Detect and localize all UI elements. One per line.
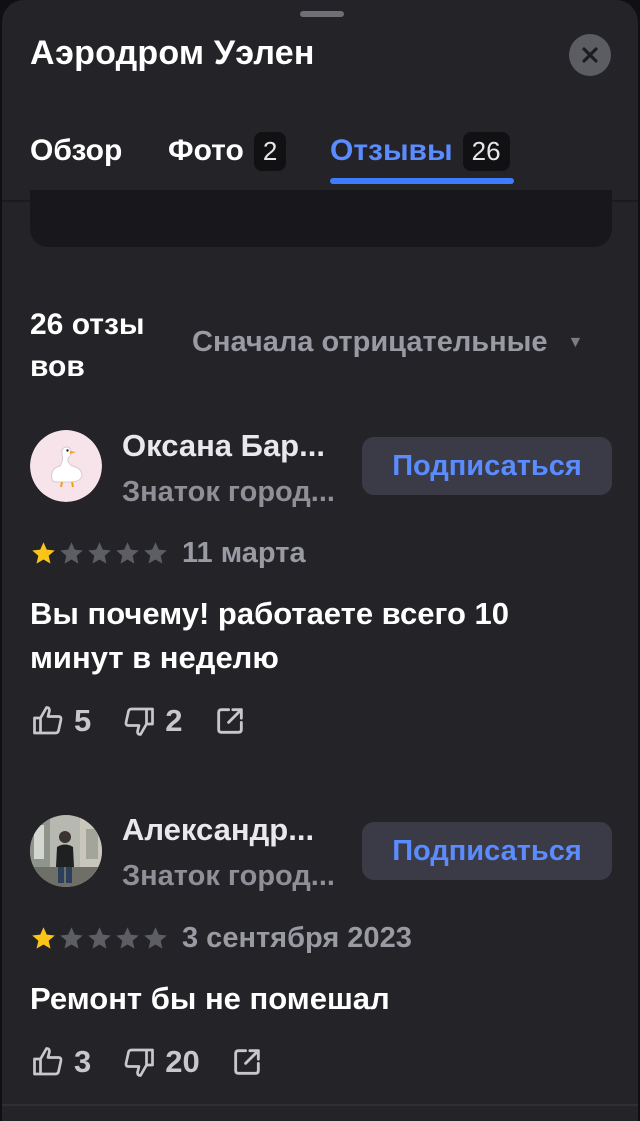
share-button[interactable]	[230, 1045, 264, 1079]
tab-count: 2	[253, 131, 287, 171]
share-icon	[233, 1049, 260, 1075]
close-icon	[582, 47, 598, 63]
review-date: 3 сентября 2023	[182, 922, 412, 954]
star-empty-icon	[116, 927, 139, 949]
place-card-sheet: Аэродром Уэлен Обзор Фото 2 Отзывы 26 26…	[2, 0, 638, 1121]
subscribe-button[interactable]: Подписаться	[362, 437, 612, 495]
previous-card-remnant	[30, 190, 612, 247]
star-filled-icon	[32, 927, 55, 949]
thumbs-up-icon	[33, 706, 63, 735]
author-name[interactable]: Оксана Бар...	[122, 428, 325, 464]
author-name[interactable]: Александр...	[122, 812, 314, 848]
like-count: 3	[74, 1044, 92, 1079]
dislike-count: 2	[165, 703, 183, 738]
star-empty-icon	[144, 542, 167, 564]
review-text: Ремонт бы не помешал	[30, 981, 390, 1016]
like-count: 5	[74, 703, 92, 738]
tab-label: Обзор	[30, 134, 123, 167]
rating-stars	[30, 540, 170, 567]
reviews-count: 26 отзы вов	[30, 304, 180, 388]
review-actions: 3 20	[30, 1044, 294, 1080]
review-text: Вы почему! работаете всего 10 минут в не…	[30, 596, 509, 675]
rating-row: 3 сентября 2023	[30, 922, 412, 955]
author-badge: Знаток город...	[122, 860, 335, 892]
share-icon	[216, 708, 243, 734]
photo-avatar-icon	[30, 815, 102, 887]
tab-overview[interactable]: Обзор	[30, 128, 122, 174]
avatar[interactable]	[30, 815, 102, 887]
avatar[interactable]	[30, 430, 102, 502]
author-badge: Знаток город...	[122, 476, 335, 508]
tab-label: Фото	[168, 134, 244, 167]
dislike-button[interactable]: 2	[121, 703, 183, 739]
thumbs-down-icon	[124, 707, 155, 736]
active-tab-indicator	[330, 178, 514, 184]
star-empty-icon	[144, 927, 167, 949]
tab-count: 26	[462, 131, 510, 171]
star-empty-icon	[116, 542, 139, 564]
close-button[interactable]	[569, 34, 611, 76]
rating-row: 11 марта	[30, 537, 306, 570]
thumbs-up-icon	[33, 1047, 63, 1076]
star-empty-icon	[88, 927, 111, 949]
reviews-count-line: 26 отзы	[30, 308, 145, 341]
dislike-button[interactable]: 20	[121, 1044, 200, 1080]
review-actions: 5 2	[30, 703, 277, 739]
star-empty-icon	[60, 927, 83, 949]
sort-dropdown[interactable]: Сначала отрицательные ▼	[192, 326, 583, 359]
star-empty-icon	[88, 542, 111, 564]
rating-stars	[30, 925, 170, 952]
caret-down-icon: ▼	[567, 333, 584, 351]
goose-avatar-icon	[30, 430, 102, 502]
sort-label: Сначала отрицательные	[192, 326, 548, 358]
page-title: Аэродром Уэлен	[30, 34, 315, 72]
tab-label: Отзывы	[330, 134, 453, 167]
tab-reviews[interactable]: Отзывы 26	[330, 128, 510, 174]
star-empty-icon	[60, 542, 83, 564]
star-filled-icon	[32, 542, 55, 564]
like-button[interactable]: 5	[30, 703, 91, 739]
review-divider	[2, 1104, 638, 1106]
like-button[interactable]: 3	[30, 1044, 91, 1080]
review-date: 11 марта	[182, 537, 306, 569]
thumbs-down-icon	[124, 1048, 155, 1077]
drag-handle[interactable]	[300, 11, 344, 17]
share-button[interactable]	[213, 704, 247, 738]
dislike-count: 20	[165, 1044, 200, 1079]
reviews-count-line: вов	[30, 350, 85, 383]
tab-photos[interactable]: Фото 2	[168, 128, 287, 174]
subscribe-button[interactable]: Подписаться	[362, 822, 612, 880]
